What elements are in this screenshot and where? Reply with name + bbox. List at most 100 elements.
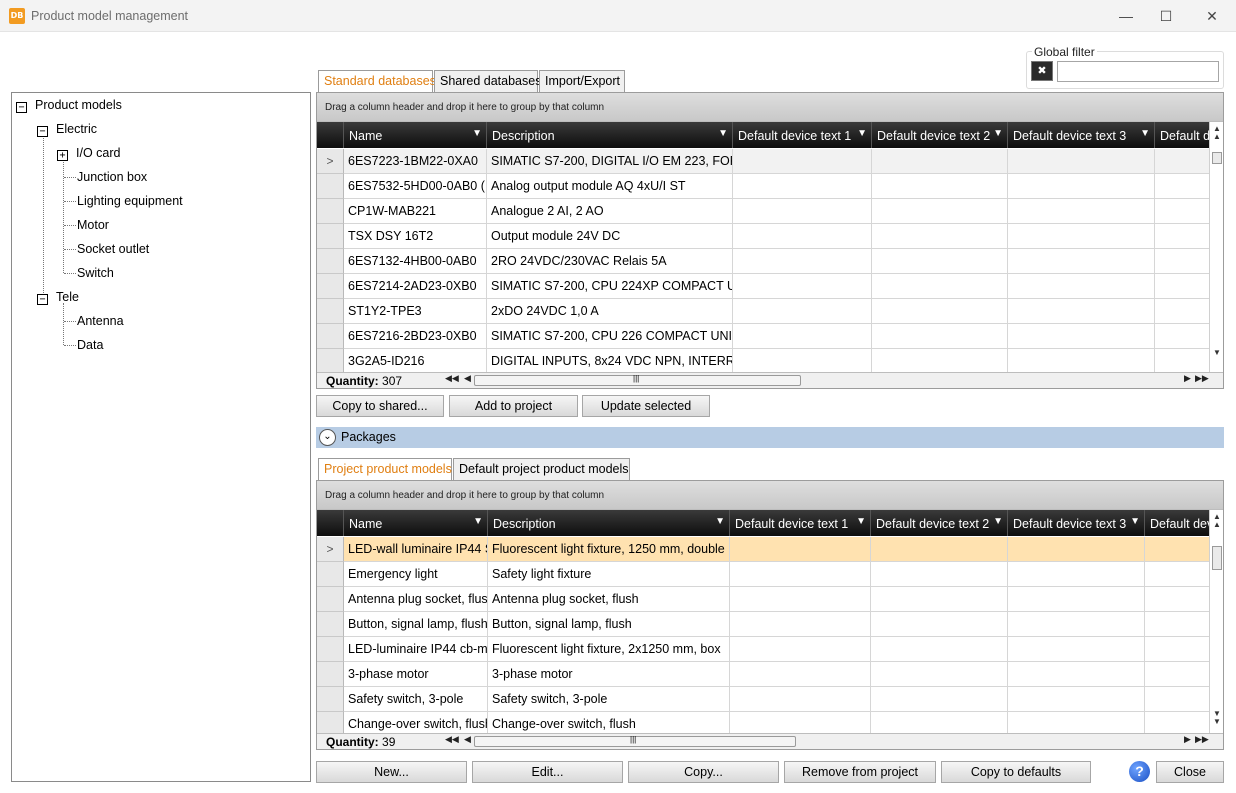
table-row[interactable]: CP1W-MAB221 Analogue 2 AI, 2 AO [317, 199, 1209, 224]
column-header-description[interactable]: Description ▼ [487, 122, 733, 148]
tab-default-project-product-models[interactable]: Default project product models [453, 458, 630, 480]
cell-device-text-3[interactable] [1008, 587, 1145, 612]
cell-device-text-1[interactable] [730, 637, 871, 662]
scroll-down-icon[interactable]: ▼ [1210, 717, 1224, 727]
vertical-scrollbar[interactable]: ▲ ▲ ▼ ▼ [1209, 510, 1223, 733]
column-header-device-text-3[interactable]: Default device text 3 ▼ [1008, 510, 1145, 536]
cell-device-text-3[interactable] [1008, 612, 1145, 637]
cell-name[interactable]: Antenna plug socket, flush [344, 587, 488, 612]
table-row[interactable]: Safety switch, 3-pole Safety switch, 3-po… [317, 687, 1209, 712]
cell-device-text-3[interactable] [1008, 662, 1145, 687]
cell-device-text-1[interactable] [733, 299, 872, 324]
cell-device-text-2[interactable] [871, 562, 1008, 587]
group-by-hint[interactable]: Drag a column header and drop it here to… [317, 93, 1223, 122]
cell-device-text-3[interactable] [1008, 712, 1145, 733]
cell-device-text-2[interactable] [872, 274, 1008, 299]
cell-description[interactable]: Analog output module AQ 4xU/I ST [487, 174, 733, 199]
cell-description[interactable]: Antenna plug socket, flush [488, 587, 730, 612]
remove-from-project-button[interactable]: Remove from project [784, 761, 936, 783]
column-header-description[interactable]: Description ▼ [488, 510, 730, 536]
cell-name[interactable]: Button, signal lamp, flush [344, 612, 488, 637]
cell-device-text-1[interactable] [730, 712, 871, 733]
column-header-device-text-3[interactable]: Default device text 3 ▼ [1008, 122, 1155, 148]
column-header-device-text-1[interactable]: Default device text 1 ▼ [733, 122, 872, 148]
column-header-name[interactable]: Name ▼ [344, 122, 487, 148]
cell-name[interactable]: 6ES7216-2BD23-0XB0 [344, 324, 487, 349]
cell-device-text-3[interactable] [1008, 537, 1145, 562]
table-row[interactable]: 3-phase motor 3-phase motor [317, 662, 1209, 687]
edit-button[interactable]: Edit... [472, 761, 623, 783]
collapse-icon[interactable]: − [16, 102, 27, 113]
cell-device-text-3[interactable] [1008, 174, 1155, 199]
row-selector[interactable] [317, 687, 344, 712]
cell-device-text-1[interactable] [730, 662, 871, 687]
scroll-up-icon[interactable]: ▲ [1210, 520, 1224, 530]
tab-project-product-models[interactable]: Project product models [318, 458, 452, 481]
tab-standard-databases[interactable]: Standard databases [318, 70, 436, 93]
cell-name[interactable]: LED-luminaire IP44 cb-module [344, 637, 488, 662]
collapse-icon[interactable]: − [37, 126, 48, 137]
row-selector[interactable]: > [317, 537, 344, 562]
cell-name[interactable]: Safety switch, 3-pole [344, 687, 488, 712]
cell-description[interactable]: 2RO 24VDC/230VAC Relais 5A [487, 249, 733, 274]
row-selector[interactable] [317, 637, 344, 662]
cell-device-text-2[interactable] [871, 612, 1008, 637]
cell-device-text-3[interactable] [1008, 687, 1145, 712]
table-row[interactable]: Button, signal lamp, flush Button, signal… [317, 612, 1209, 637]
table-row[interactable]: TSX DSY 16T2 Output module 24V DC [317, 224, 1209, 249]
tree-node-io-card[interactable]: + I/O card [57, 146, 120, 161]
row-selector[interactable] [317, 349, 344, 372]
scroll-up-icon[interactable]: ▲ [1210, 132, 1224, 142]
horizontal-scroll-thumb[interactable]: ||| [474, 374, 801, 386]
cell-name[interactable]: LED-wall luminaire IP44 Safety [344, 537, 488, 562]
scroll-last-icon[interactable]: ▶▶ [1195, 734, 1209, 745]
cell-device-text-2[interactable] [871, 587, 1008, 612]
row-selector[interactable] [317, 299, 344, 324]
cell-description[interactable]: DIGITAL INPUTS, 8x24 VDC NPN, INTERRUPT [487, 349, 733, 372]
cell-device-text-1[interactable] [730, 587, 871, 612]
table-row[interactable]: ST1Y2-TPE3 2xDO 24VDC 1,0 A [317, 299, 1209, 324]
tree-node-antenna[interactable]: Antenna [77, 314, 124, 328]
cell-name[interactable]: 6ES7214-2AD23-0XB0 [344, 274, 487, 299]
cell-device-text-3[interactable] [1008, 199, 1155, 224]
tree-node-tele[interactable]: − Tele [37, 290, 79, 305]
cell-device-text-3[interactable] [1008, 299, 1155, 324]
global-filter-input[interactable] [1057, 61, 1219, 82]
cell-device-text-3[interactable] [1008, 562, 1145, 587]
cell-name[interactable]: 6ES7223-1BM22-0XA0 [344, 149, 487, 174]
table-row[interactable]: 6ES7216-2BD23-0XB0 SIMATIC S7-200, CPU 22… [317, 324, 1209, 349]
row-selector[interactable] [317, 224, 344, 249]
column-header-device-text-2[interactable]: Default device text 2 ▼ [872, 122, 1008, 148]
filter-funnel-icon[interactable]: ▼ [1140, 128, 1150, 139]
cell-name[interactable]: 6ES7532-5HD00-0AB0 (I) [344, 174, 487, 199]
cell-device-text-1[interactable] [730, 612, 871, 637]
tree-node-lighting-equipment[interactable]: Lighting equipment [77, 194, 183, 208]
cell-device-text-1[interactable] [730, 687, 871, 712]
update-selected-button[interactable]: Update selected [582, 395, 710, 417]
cell-device-text-2[interactable] [872, 149, 1008, 174]
cell-device-text-1[interactable] [733, 174, 872, 199]
cell-device-text-1[interactable] [733, 249, 872, 274]
cell-device-text-3[interactable] [1008, 637, 1145, 662]
cell-device-text-2[interactable] [872, 174, 1008, 199]
cell-device-text-2[interactable] [872, 349, 1008, 372]
clear-filter-icon[interactable]: ✖ [1031, 61, 1053, 81]
new-button[interactable]: New... [316, 761, 467, 783]
filter-funnel-icon[interactable]: ▼ [473, 516, 483, 527]
filter-funnel-icon[interactable]: ▼ [1130, 516, 1140, 527]
expand-icon[interactable]: + [57, 150, 68, 161]
cell-device-text-2[interactable] [872, 324, 1008, 349]
tree-node-switch[interactable]: Switch [77, 266, 114, 280]
cell-device-text-1[interactable] [733, 224, 872, 249]
table-row[interactable]: Change-over switch, flush Change-over swi… [317, 712, 1209, 733]
cell-name[interactable]: ST1Y2-TPE3 [344, 299, 487, 324]
cell-device-text-1[interactable] [733, 349, 872, 372]
scroll-next-icon[interactable]: ▶ [1184, 734, 1191, 745]
filter-funnel-icon[interactable]: ▼ [857, 128, 867, 139]
tree-node-product-models[interactable]: − Product models [16, 98, 122, 113]
tree-node-data[interactable]: Data [77, 338, 103, 352]
table-row[interactable]: LED-luminaire IP44 cb-moduleFluorescent … [317, 637, 1209, 662]
copy-to-defaults-button[interactable]: Copy to defaults [941, 761, 1091, 783]
row-selector[interactable] [317, 712, 344, 733]
cell-device-text-1[interactable] [733, 324, 872, 349]
